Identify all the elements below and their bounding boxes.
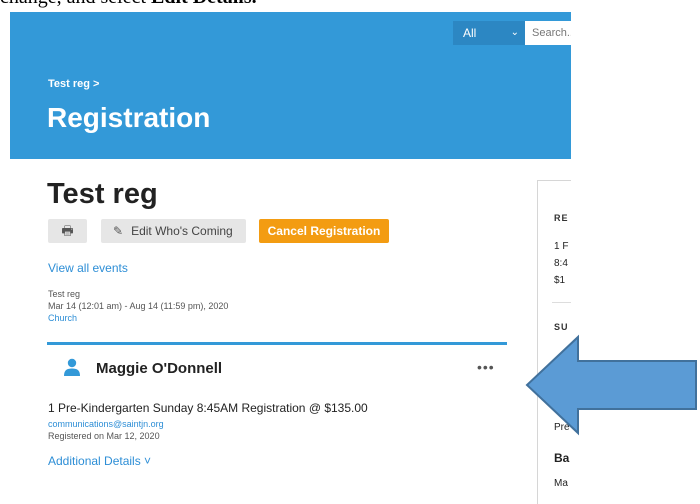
registrant-email-link[interactable]: communications@saintjn.org <box>48 419 164 429</box>
edit-whos-coming-button[interactable]: ✎ Edit Who's Coming <box>101 219 246 243</box>
registrant-name: Maggie O'Donnell <box>96 360 223 377</box>
document-caption: change, and select Edit Details. <box>0 0 700 12</box>
view-all-events-link[interactable]: View all events <box>48 261 128 275</box>
edit-button-label: Edit Who's Coming <box>131 224 233 238</box>
event-location-link[interactable]: Church <box>48 313 77 323</box>
panel-line: 1 F <box>554 241 569 252</box>
panel-link[interactable]: Ma <box>554 478 568 489</box>
panel-label: Ba <box>554 451 570 465</box>
print-button[interactable]: 🖶 <box>48 219 87 243</box>
cancel-registration-button[interactable]: Cancel Registration <box>259 219 389 243</box>
panel-heading: RE <box>554 213 569 223</box>
panel-line: $1 <box>554 275 566 286</box>
registration-date: Registered on Mar 12, 2020 <box>48 431 160 441</box>
event-dates: Mar 14 (12:01 am) - Aug 14 (11:59 pm), 2… <box>48 301 229 311</box>
app-screenshot: All ⌄ Search.. Test reg > Registration T… <box>10 12 571 504</box>
section-divider <box>47 342 507 345</box>
person-icon <box>64 358 80 376</box>
caption-text: change, and select <box>0 0 151 8</box>
additional-details-link[interactable]: Additional Details ˅ <box>48 454 151 468</box>
search-scope-value: All <box>463 26 477 40</box>
panel-line: 8:4 <box>554 258 568 269</box>
event-title: Test reg <box>47 178 158 210</box>
page-title: Registration <box>47 102 211 133</box>
panel-heading: SU <box>554 322 569 332</box>
breadcrumb[interactable]: Test reg > <box>48 78 99 90</box>
pencil-icon: ✎ <box>113 224 124 238</box>
search-scope-select[interactable]: All ⌄ <box>453 21 525 45</box>
registration-line-item: 1 Pre-Kindergarten Sunday 8:45AM Registr… <box>48 401 368 415</box>
left-arrow-icon <box>525 334 697 436</box>
search-input[interactable]: Search.. <box>525 21 571 45</box>
caption-bold-text: Edit Details. <box>151 0 257 8</box>
event-name: Test reg <box>48 289 81 299</box>
page-header: All ⌄ Search.. Test reg > Registration <box>10 12 571 159</box>
printer-icon: 🖶 <box>61 223 74 238</box>
panel-separator <box>552 302 571 303</box>
chevron-down-icon: ⌄ <box>510 27 519 38</box>
more-options-icon[interactable]: ••• <box>477 359 495 375</box>
